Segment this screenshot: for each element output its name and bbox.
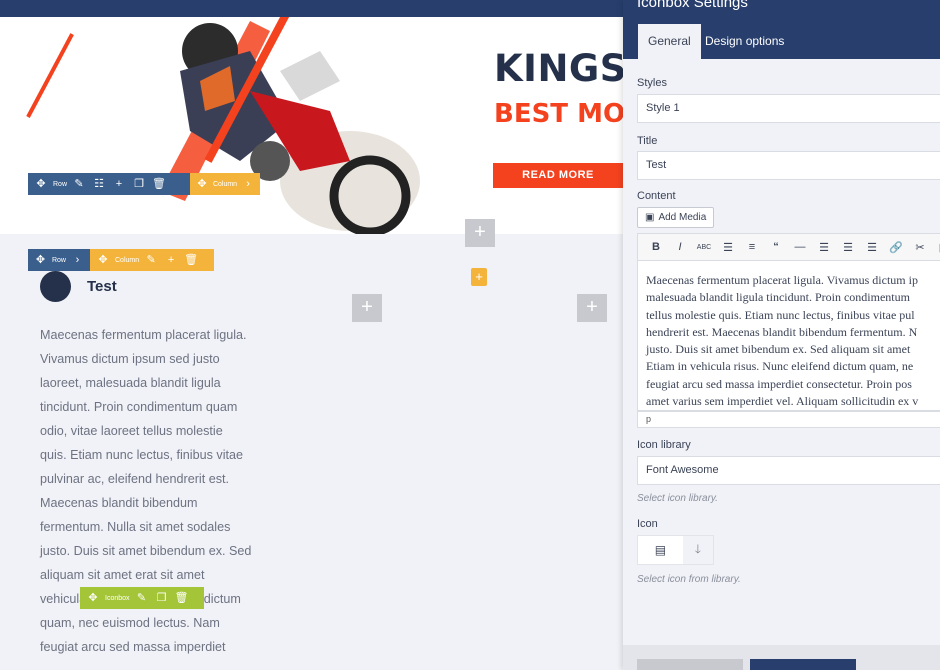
hero-section: KINGS BEST MO READ MORE (0, 17, 623, 234)
editor-line: Maecenas fermentum placerat ligula. Viva… (646, 273, 918, 287)
link-icon[interactable]: 🔗 (884, 241, 908, 254)
paste-element-icon[interactable]: + (471, 268, 487, 286)
move-icon[interactable]: ✥ (195, 173, 209, 195)
column-label: Column (115, 256, 140, 264)
editor-status-bar: p (637, 411, 940, 428)
numbered-list-icon[interactable]: ≡ (740, 241, 764, 253)
clone-icon[interactable]: ❐ (154, 587, 170, 609)
iconbox-toolbar: ✥ Iconbox ✎ ❐ 🗑 (80, 587, 204, 609)
editor-toolbar: B I ABC ☰ ≡ “ — ☰ ☰ ☰ 🔗 ✂ ▦ (637, 233, 940, 261)
move-icon[interactable]: ✥ (33, 249, 48, 271)
italic-icon[interactable]: I (668, 241, 692, 253)
add-media-label: Add Media (658, 212, 707, 223)
icon-picker[interactable]: ▤ 🡓 (637, 535, 714, 565)
add-element-button[interactable]: + (465, 219, 495, 247)
title-input[interactable]: Test (637, 151, 940, 180)
layout-icon[interactable]: ☷ (91, 173, 107, 195)
add-icon[interactable]: + (111, 173, 127, 195)
add-icon[interactable]: + (163, 249, 179, 271)
edit-icon[interactable]: ✎ (134, 587, 150, 609)
iconbox-icon-circle (40, 271, 71, 302)
icon-hint: Select icon from library. (637, 574, 741, 585)
add-element-button[interactable]: + (577, 294, 607, 322)
delete-icon[interactable]: 🗑 (183, 249, 199, 271)
panel-footer (623, 645, 940, 670)
blockquote-icon[interactable]: “ (764, 241, 788, 253)
iconbox-label: Iconbox (105, 594, 130, 602)
icon-library-select[interactable]: Font Awesome (637, 456, 940, 485)
tab-general[interactable]: General (638, 24, 701, 59)
title-label: Title (637, 135, 658, 147)
strikethrough-icon[interactable]: ABC (692, 244, 716, 251)
hero-row-toolbar: ✥ Row ✎ ☷ + ❐ 🗑 ✥ Column › (28, 173, 260, 195)
icon-library-label: Icon library (637, 439, 691, 451)
unlink-icon[interactable]: ✂ (908, 241, 932, 254)
chevron-right-icon[interactable]: › (241, 173, 255, 195)
editor-line: justo. Duis sit amet bibendum ex. Sed al… (646, 342, 911, 357)
horizontal-line-icon[interactable]: — (788, 241, 812, 253)
hero-subtitle: BEST MO (494, 99, 623, 129)
content-editor[interactable]: Maecenas fermentum placerat ligula. Viva… (637, 261, 940, 411)
move-icon[interactable]: ✥ (33, 173, 49, 195)
arrow-down-icon[interactable]: 🡓 (682, 536, 713, 564)
bullet-list-icon[interactable]: ☰ (716, 241, 740, 254)
read-more-button[interactable]: READ MORE (493, 163, 623, 188)
edit-icon[interactable]: ✎ (71, 173, 87, 195)
editor-line: malesuada blandit ligula tincidunt. Proi… (646, 290, 910, 305)
add-media-button[interactable]: ▣ Add Media (637, 207, 715, 228)
delete-icon[interactable]: 🗑 (174, 587, 190, 609)
icon-label: Icon (637, 518, 658, 530)
more-icon[interactable]: ▦ (932, 241, 940, 254)
hero-title: KINGS (494, 47, 623, 90)
row-label: Row (51, 256, 66, 264)
editor-line: Etiam in vehicula risus. Nunc eleifend d… (646, 359, 914, 374)
editor-line: tellus molestie quis. Etiam nunc lectus,… (646, 307, 915, 322)
close-button[interactable] (637, 659, 743, 670)
hero-accent-stripe (26, 33, 74, 118)
styles-label: Styles (637, 77, 667, 89)
panel-header: Iconbox Settings General Design options (623, 0, 940, 59)
bold-icon[interactable]: B (644, 241, 668, 253)
media-icon: ▣ (645, 212, 655, 223)
add-element-button[interactable]: + (352, 294, 382, 322)
align-right-icon[interactable]: ☰ (860, 241, 884, 254)
selected-icon-preview: ▤ (654, 543, 667, 557)
clone-icon[interactable]: ❐ (131, 173, 147, 195)
align-left-icon[interactable]: ☰ (812, 241, 836, 254)
iconbox-settings-panel: Iconbox Settings General Design options … (623, 0, 940, 670)
iconbox-title: Test (87, 278, 117, 295)
editor-line: feugiat arcu sed massa imperdiet consect… (646, 376, 912, 391)
edit-icon[interactable]: ✎ (143, 249, 159, 271)
main-row-toolbar: ✥ Row › ✥ Column ✎ + 🗑 (28, 249, 214, 271)
save-button[interactable] (750, 659, 856, 670)
content-label: Content (637, 190, 676, 202)
column-label: Column (212, 180, 238, 188)
delete-icon[interactable]: 🗑 (151, 173, 167, 195)
move-icon[interactable]: ✥ (95, 249, 111, 271)
icon-library-hint: Select icon library. (637, 493, 718, 504)
editor-line: amet varius sem imperdiet vel. Aliquam s… (646, 394, 919, 409)
tab-design-options[interactable]: Design options (695, 24, 794, 59)
editor-line: hendrerit est. Maecenas blandit bibendum… (646, 324, 918, 339)
row-label: Row (53, 180, 68, 188)
align-center-icon[interactable]: ☰ (836, 241, 860, 254)
move-icon[interactable]: ✥ (85, 587, 101, 609)
chevron-right-icon[interactable]: › (70, 249, 85, 271)
admin-top-bar (0, 0, 623, 17)
styles-select[interactable]: Style 1 (637, 94, 940, 123)
panel-title: Iconbox Settings (637, 0, 748, 11)
